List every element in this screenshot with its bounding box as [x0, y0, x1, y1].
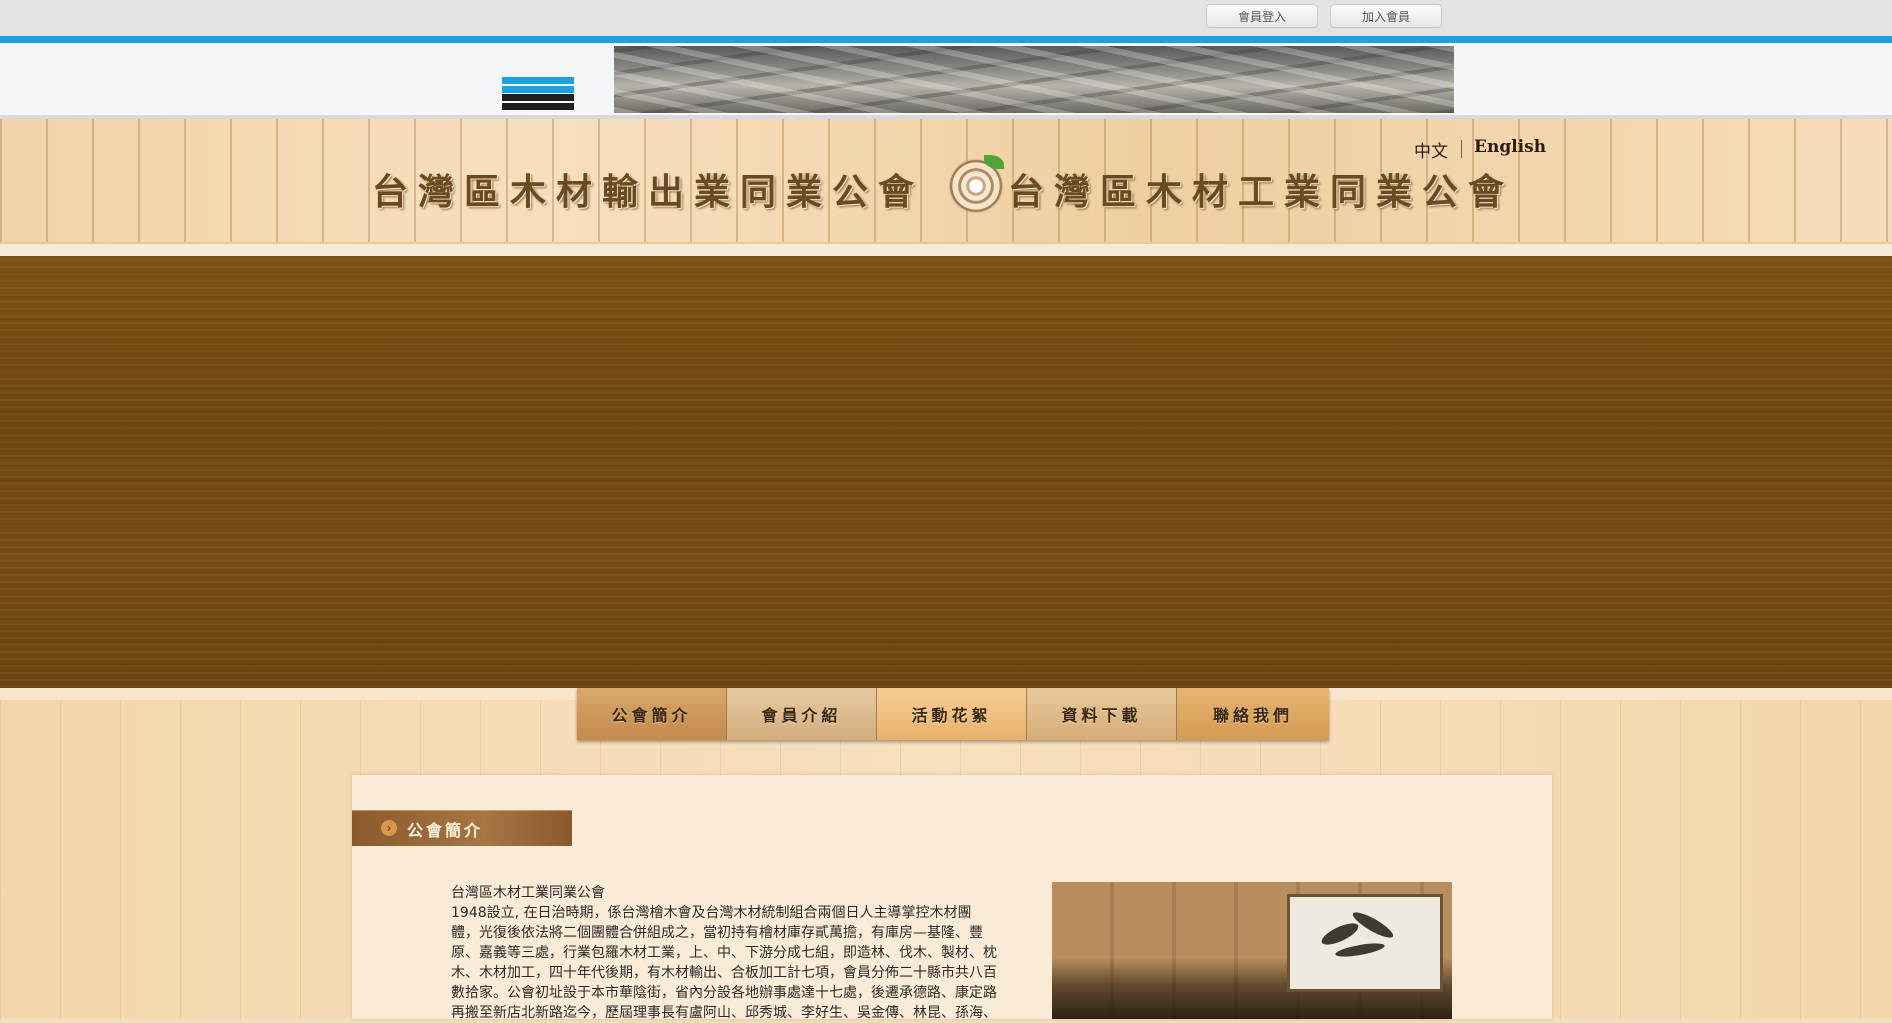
article-line: 1948設立, 在日治時期，係台灣檜木會及台灣木材統制組合兩個日人主導掌控木材團 — [451, 905, 972, 921]
nav-item-downloads[interactable]: 資料下載 — [1027, 688, 1177, 740]
menu-icon[interactable] — [502, 77, 574, 110]
article-line: 數拾家。公會初址設于本市華陰街，省內分設各地辦事處達十七處，後遷承德路、康定路 — [451, 985, 997, 1001]
lang-zh-link[interactable]: 中文 — [1414, 137, 1448, 162]
member-login-button[interactable]: 會員登入 — [1206, 4, 1318, 28]
nav-item-about[interactable]: 公會簡介 — [577, 688, 727, 740]
meeting-photo — [1052, 882, 1452, 1019]
wall-painting — [1287, 894, 1443, 992]
chevron-right-icon: › — [381, 820, 397, 836]
site-title-industry-association[interactable]: 台灣區木材工業同業公會 — [1008, 163, 1514, 215]
lang-en-link[interactable]: English — [1474, 137, 1546, 157]
nav-item-members[interactable]: 會員介紹 — [727, 688, 877, 740]
site-header: 中文 English 台灣區木材輸出業同業公會 台灣區木材工業同業公會 — [0, 119, 1892, 242]
header-border — [0, 242, 1892, 256]
top-accent-line — [0, 36, 1892, 43]
article-line: 木、木材加工，四十年代後期，有木材輸出、合板加工計七項，會員分佈二十縣市共八百 — [451, 965, 997, 981]
lang-separator — [1461, 140, 1462, 158]
section-title: 公會簡介 — [407, 821, 484, 840]
article-body: 台灣區木材工業同業公會 1948設立, 在日治時期，係台灣檜木會及台灣木材統制組… — [451, 883, 1041, 1023]
nav-item-activities[interactable]: 活動花絮 — [877, 688, 1027, 740]
section-title-tab: › 公會簡介 — [352, 810, 572, 846]
ad-strip — [0, 43, 1892, 119]
main-nav: 公會簡介 會員介紹 活動花絮 資料下載 聯絡我們 — [577, 688, 1329, 740]
site-title-export-association[interactable]: 台灣區木材輸出業同業公會 — [372, 163, 924, 215]
hero-wood-banner — [0, 256, 1892, 688]
driftwood-banner-image[interactable] — [614, 46, 1454, 113]
article-heading: 台灣區木材工業同業公會 — [451, 885, 605, 901]
article-line: 再搬至新店北新路迄今，歷屆理事長有盧阿山、邱秀城、李好生、吳金傳、林昆、孫海、 — [451, 1005, 997, 1021]
article-line: 原、嘉義等三處，行業包羅木材工業，上、中、下游分成七組，即造林、伐木、製材、枕 — [451, 945, 997, 961]
join-member-button[interactable]: 加入會員 — [1330, 4, 1442, 28]
nav-item-contact[interactable]: 聯絡我們 — [1177, 688, 1329, 740]
top-utility-bar: 會員登入 加入會員 — [0, 0, 1892, 43]
article-line: 體，光復後依法將二個團體合併組成之，當初持有檜材庫存貳萬擔，有庫房—基隆、豐 — [451, 925, 983, 941]
